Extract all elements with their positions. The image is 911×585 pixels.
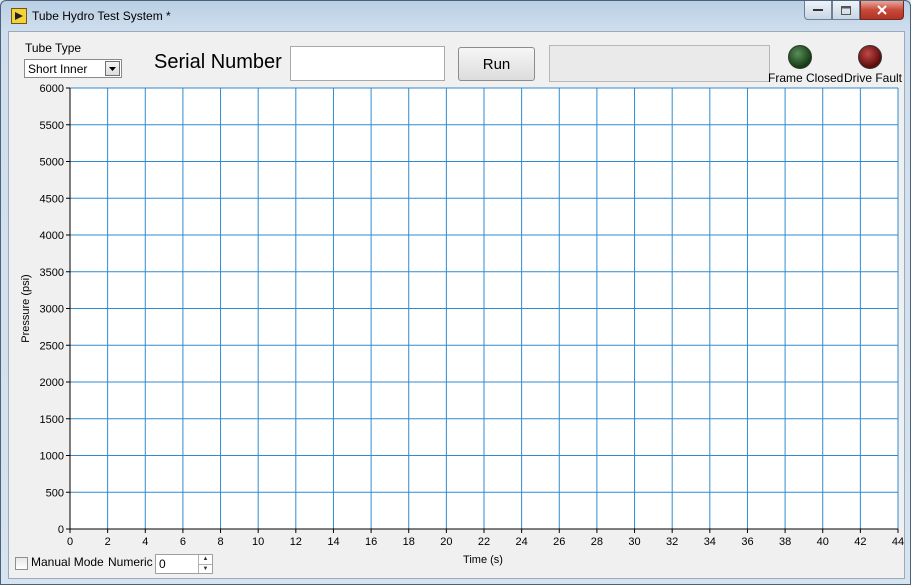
x-tick-label: 42: [854, 536, 866, 548]
y-tick-label: 5500: [40, 120, 64, 132]
window-title: Tube Hydro Test System *: [32, 9, 171, 23]
pressure-chart: 0 2 4 6 8 10 12 14 16 18 20 22 24 26 28 30 32 34 36 38 40 42 4…: [20, 83, 904, 566]
x-tick-label: 4: [142, 536, 148, 548]
decrement-arrow-icon[interactable]: ▼: [199, 565, 212, 574]
manual-mode-label: Manual Mode: [31, 555, 104, 569]
x-tick-label: 22: [478, 536, 490, 548]
x-tick-label: 14: [327, 536, 339, 548]
y-tick-label: 2500: [40, 340, 64, 352]
x-axis-label: Time (s): [463, 554, 503, 566]
run-button[interactable]: Run: [458, 47, 535, 81]
labview-vi-icon: [11, 8, 27, 24]
maximize-button[interactable]: [832, 1, 860, 20]
numeric-label: Numeric: [108, 555, 153, 569]
y-tick-label: 2000: [40, 377, 64, 389]
y-tick-label: 3000: [40, 304, 64, 316]
x-tick-label: 2: [105, 536, 111, 548]
y-tick-label: 5000: [40, 157, 64, 169]
y-tick-label: 3500: [40, 267, 64, 279]
x-tick-label: 30: [628, 536, 640, 548]
numeric-control[interactable]: 0 ▲ ▼: [155, 554, 213, 574]
x-tick-label: 34: [704, 536, 716, 548]
maximize-icon: [841, 5, 851, 15]
title-bar[interactable]: Tube Hydro Test System *: [1, 1, 910, 31]
manual-mode-checkbox[interactable]: [15, 557, 28, 570]
close-button[interactable]: [860, 1, 904, 20]
x-tick-label: 44: [892, 536, 904, 548]
y-tick-label: 4500: [40, 193, 64, 205]
x-tick-label: 26: [553, 536, 565, 548]
serial-number-label: Serial Number: [154, 51, 282, 73]
y-tick-label: 1500: [40, 414, 64, 426]
x-tick-label: 18: [403, 536, 415, 548]
x-tick-label: 0: [67, 536, 73, 548]
increment-arrow-icon[interactable]: ▲: [199, 555, 212, 565]
drive-fault-led: [858, 45, 882, 69]
x-tick-label: 20: [440, 536, 452, 548]
y-tick-label: 0: [58, 524, 64, 536]
x-tick-label: 28: [591, 536, 603, 548]
y-tick-label: 4000: [40, 230, 64, 242]
serial-number-input[interactable]: [290, 46, 445, 81]
numeric-spinner[interactable]: ▲ ▼: [198, 555, 212, 573]
x-tick-label: 6: [180, 536, 186, 548]
tube-type-label: Tube Type: [25, 41, 82, 55]
tube-type-value: Short Inner: [28, 62, 88, 76]
minimize-button[interactable]: [804, 1, 832, 20]
x-tick-label: 8: [217, 536, 223, 548]
chevron-down-icon[interactable]: [105, 61, 120, 76]
x-tick-label: 32: [666, 536, 678, 548]
y-axis-label: Pressure (psi): [20, 274, 32, 342]
y-tick-label: 1000: [40, 451, 64, 463]
status-display: [549, 45, 770, 82]
x-tick-label: 12: [290, 536, 302, 548]
x-tick-label: 40: [817, 536, 829, 548]
x-tick-label: 10: [252, 536, 264, 548]
x-tick-label: 36: [741, 536, 753, 548]
minimize-icon: [813, 9, 823, 11]
y-tick-label: 6000: [40, 83, 64, 95]
front-panel: Tube Type Short Inner Serial Number Run …: [8, 31, 905, 579]
tube-type-dropdown[interactable]: Short Inner: [24, 59, 122, 78]
x-tick-label: 16: [365, 536, 377, 548]
app-window: Tube Hydro Test System * Tube Type Short…: [0, 0, 911, 585]
x-tick-label: 38: [779, 536, 791, 548]
numeric-value: 0: [159, 557, 166, 571]
y-tick-label: 500: [46, 487, 64, 499]
close-icon: [877, 5, 887, 15]
x-tick-label: 24: [516, 536, 528, 548]
frame-closed-led: [788, 45, 812, 69]
